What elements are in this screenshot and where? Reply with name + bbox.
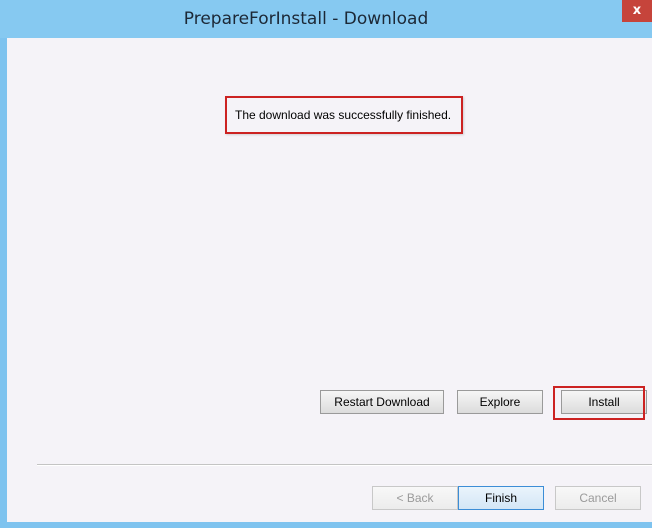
installer-window: PrepareForInstall - Download x The downl… <box>0 0 652 528</box>
window-title: PrepareForInstall - Download <box>183 9 429 29</box>
dialog-body: The download was successfully finished. … <box>7 38 652 522</box>
install-highlight-box <box>553 386 645 420</box>
explore-button[interactable]: Explore <box>457 390 543 414</box>
close-button[interactable]: x <box>622 0 652 22</box>
cancel-button[interactable]: Cancel <box>555 486 641 510</box>
footer-separator <box>37 464 652 466</box>
title-bar: PrepareForInstall - Download x <box>0 0 652 38</box>
restart-download-button[interactable]: Restart Download <box>320 390 444 414</box>
download-status-message: The download was successfully finished. <box>225 96 464 134</box>
back-button[interactable]: < Back <box>372 486 458 510</box>
finish-button[interactable]: Finish <box>458 486 544 510</box>
